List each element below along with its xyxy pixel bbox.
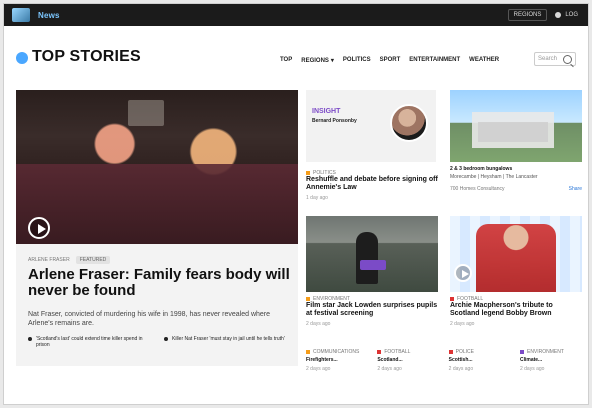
bottom-story-4-time: 2 days ago xyxy=(519,366,545,372)
chevron-down-icon: ▾ xyxy=(330,58,334,64)
story-football-title[interactable]: Archie Macpherson's tribute to Scotland … xyxy=(450,302,582,318)
insight-author: Bernard Ponsonby xyxy=(312,118,357,124)
top-bar: News REGIONS LOG xyxy=(4,4,588,26)
nav-regions[interactable]: REGIONS ▾ xyxy=(301,57,334,64)
bottom-story-3-time: 2 days ago xyxy=(448,366,474,372)
related-link-2[interactable]: Killer Nat Fraser 'must stay in jail unt… xyxy=(164,336,290,348)
promo-title[interactable]: 2 & 3 bedroom bungalows xyxy=(450,166,582,172)
story-environment-image[interactable] xyxy=(306,216,438,292)
bullet-icon xyxy=(164,337,168,341)
search-box[interactable]: Search xyxy=(534,52,576,66)
search-icon xyxy=(563,54,572,64)
related-text-2: Killer Nat Fraser 'must stay in jail unt… xyxy=(172,336,285,342)
avatar xyxy=(390,104,428,142)
bottom-story-4-title[interactable]: Climate... xyxy=(520,357,582,363)
nav-top[interactable]: TOP xyxy=(280,57,292,64)
search-placeholder: Search xyxy=(538,56,558,62)
bottom-story-1-meta: COMMUNICATIONS xyxy=(306,349,368,355)
brand[interactable]: News xyxy=(12,8,60,22)
story-politics-time: 1 day ago xyxy=(306,195,328,201)
bottom-story-2-time: 2 days ago xyxy=(377,366,402,372)
nav-politics[interactable]: POLITICS xyxy=(343,57,371,64)
page-title: TOP STORIES xyxy=(32,48,141,65)
promo-footer-left: 700 Homes Consultancy xyxy=(450,186,505,192)
category-square-icon xyxy=(450,297,454,301)
page-header: TOP STORIES TOP REGIONS ▾ POLITICS SPORT … xyxy=(4,26,588,78)
bottom-story-1-category: COMMUNICATIONS xyxy=(313,349,360,355)
tag-featured: FEATURED xyxy=(75,256,111,264)
bottom-story-2[interactable]: FOOTBALL Scotland... 2 days ago xyxy=(377,349,439,372)
top-right-controls: REGIONS LOG xyxy=(507,9,578,21)
insight-card[interactable]: INSIGHT Bernard Ponsonby xyxy=(306,90,436,162)
related-link-1[interactable]: 'Scotland's last' could extend time kill… xyxy=(28,336,154,348)
bottom-story-4[interactable]: ENVIRONMENT Climate... 2 days ago xyxy=(519,349,582,372)
bottom-stories: COMMUNICATIONS Firefighters... 2 days ag… xyxy=(306,349,582,372)
bottom-story-1-time: 2 days ago xyxy=(306,366,331,372)
story-football-time: 2 days ago xyxy=(450,321,475,327)
news-logo-icon xyxy=(12,8,30,22)
related-text-1: 'Scotland's last' could extend time kill… xyxy=(36,336,143,348)
story-environment[interactable]: ENVIRONMENT Film star Jack Lowden surpri… xyxy=(306,296,438,327)
related-links: 'Scotland's last' could extend time kill… xyxy=(28,336,290,348)
bottom-story-2-title[interactable]: Scotland... xyxy=(377,357,439,363)
nav-regions-label: REGIONS xyxy=(301,58,329,64)
story-politics[interactable]: POLITICS Reshuffle and debate before sig… xyxy=(306,170,438,201)
main-headline[interactable]: Arlene Fraser: Family fears body will ne… xyxy=(28,267,290,299)
brand-label: News xyxy=(38,10,60,20)
play-icon[interactable] xyxy=(454,264,472,282)
login-link[interactable]: LOG xyxy=(555,12,578,18)
category-environment: ENVIRONMENT xyxy=(519,349,564,355)
category-square-icon xyxy=(377,350,382,354)
story-environment-time: 2 days ago xyxy=(306,321,331,327)
story-football-image[interactable] xyxy=(450,216,582,292)
main-story-tags: ARLENE FRASER FEATURED xyxy=(28,256,111,264)
story-football[interactable]: FOOTBALL Archie Macpherson's tribute to … xyxy=(450,296,582,327)
category-square-icon xyxy=(306,350,310,354)
bottom-story-4-category: ENVIRONMENT xyxy=(526,349,564,355)
top-nav: TOP REGIONS ▾ POLITICS SPORT ENTERTAINMEN… xyxy=(280,57,499,64)
promo-subtitle: Morecambe | Heysham | The Lancaster xyxy=(450,174,538,180)
section-dot-icon xyxy=(16,52,28,64)
promo-image[interactable] xyxy=(450,90,582,162)
bottom-story-3[interactable]: POLICE Scottish... 2 days ago xyxy=(448,349,511,372)
nav-entertainment[interactable]: ENTERTAINMENT xyxy=(409,57,460,64)
main-standfirst: Nat Fraser, convicted of murdering his w… xyxy=(28,311,271,327)
category-square-icon xyxy=(306,297,310,301)
main-story[interactable]: ARLENE FRASER FEATURED Arlene Fraser: Fa… xyxy=(16,90,298,366)
story-politics-title[interactable]: Reshuffle and debate before signing off … xyxy=(306,176,438,192)
bottom-story-1[interactable]: COMMUNICATIONS Firefighters... 2 days ag… xyxy=(306,349,368,372)
category-square-icon xyxy=(306,171,310,175)
main-story-image[interactable] xyxy=(16,90,298,244)
category-square-icon xyxy=(519,350,524,354)
category-football: FOOTBALL xyxy=(377,349,410,355)
user-icon xyxy=(555,12,562,18)
nav-weather[interactable]: WEATHER xyxy=(469,57,499,64)
bottom-story-1-title[interactable]: Firefighters... xyxy=(306,357,368,363)
category-police: POLICE xyxy=(448,349,474,355)
nav-sport[interactable]: SPORT xyxy=(380,57,401,64)
regions-button[interactable]: REGIONS xyxy=(507,9,548,21)
bottom-story-2-meta: FOOTBALL xyxy=(377,349,439,355)
play-icon[interactable] xyxy=(28,217,50,239)
bullet-icon xyxy=(28,337,32,341)
story-environment-title[interactable]: Film star Jack Lowden surprises pupils a… xyxy=(306,302,438,318)
bottom-story-3-category: POLICE xyxy=(455,349,474,355)
bottom-story-4-meta: ENVIRONMENT xyxy=(519,349,582,355)
category-communications: COMMUNICATIONS xyxy=(306,349,359,355)
category-square-icon xyxy=(448,350,453,354)
login-label: LOG xyxy=(565,12,578,18)
promo-footer: 700 Homes Consultancy Share xyxy=(450,186,582,192)
promo-text[interactable]: 2 & 3 bedroom bungalows Morecambe | Heys… xyxy=(450,166,582,192)
bottom-story-2-category: FOOTBALL xyxy=(384,349,411,355)
share-link[interactable]: Share xyxy=(569,186,582,192)
bottom-story-3-meta: POLICE xyxy=(448,349,511,355)
insight-label: INSIGHT xyxy=(312,108,341,115)
tag-arlene-fraser[interactable]: ARLENE FRASER xyxy=(28,257,70,263)
app-window: News REGIONS LOG TOP STORIES TOP REGIONS… xyxy=(4,4,588,404)
bottom-story-3-title[interactable]: Scottish... xyxy=(449,357,511,363)
